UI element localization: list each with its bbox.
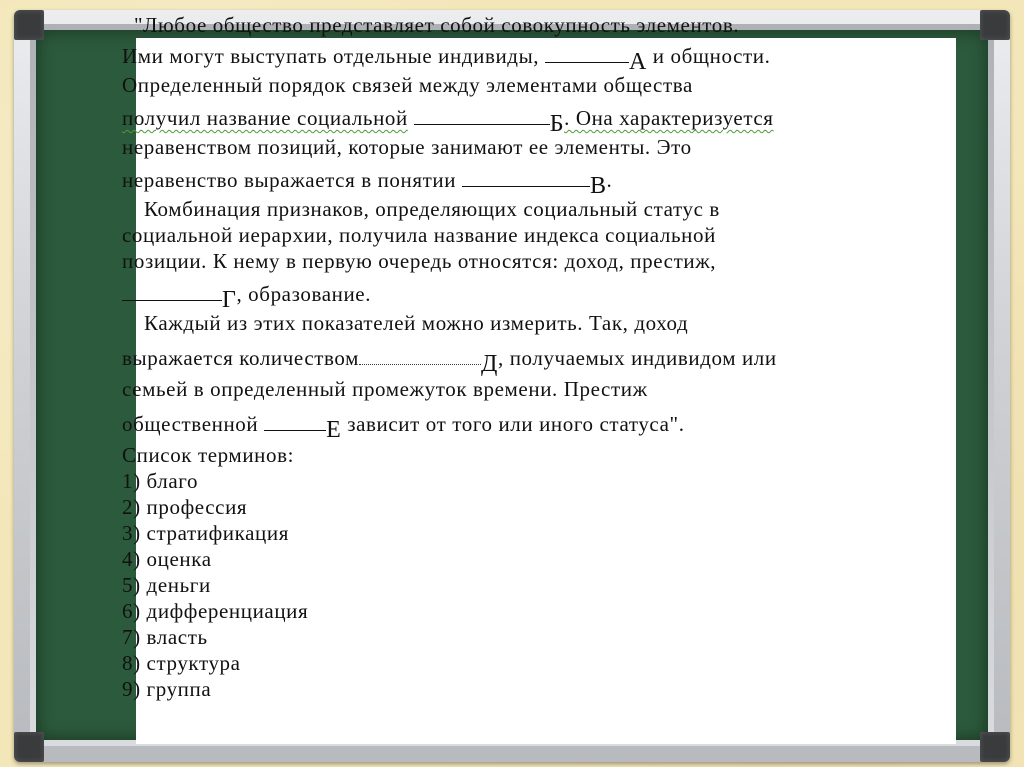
- term-item: 8) структура: [122, 651, 241, 675]
- blank-v: [461, 168, 590, 187]
- terms-list-title: Список терминов:: [122, 443, 295, 467]
- blank-d: [359, 346, 482, 365]
- corner-cap-top-right: [980, 10, 1010, 40]
- blank-letter-a: А: [629, 49, 647, 75]
- term-item: 9) группа: [122, 677, 212, 701]
- blank-letter-b: Б: [549, 111, 565, 137]
- term-item: 7) власть: [122, 625, 208, 649]
- text-line: позиции. К нему в первую очередь относят…: [122, 249, 717, 273]
- text-line: неравенство выражается в понятии: [122, 168, 457, 192]
- text-line: получил название социальной: [122, 106, 408, 130]
- term-item: 3) стратификация: [122, 521, 289, 545]
- text-line: и общности.: [652, 44, 771, 68]
- text-line: , получаемых индивидом или: [498, 346, 777, 370]
- text-line: Комбинация признаков, определяющих социа…: [144, 197, 720, 221]
- text-line: неравенством позиций, которые занимают е…: [122, 135, 692, 159]
- text-line: , образование.: [236, 282, 372, 306]
- text-line: Определенный порядок связей между элемен…: [122, 73, 693, 97]
- term-item: 5) деньги: [122, 573, 211, 597]
- term-item: 2) профессия: [122, 495, 248, 519]
- corner-cap-top-left: [14, 10, 44, 40]
- corner-cap-bottom-left: [14, 732, 44, 762]
- worksheet-text: "Любое общество представляет собой совок…: [122, 14, 922, 704]
- text-line: . Она характеризуется: [564, 106, 774, 130]
- blank-a: [545, 44, 629, 63]
- text-line: "Любое общество представляет собой совок…: [134, 13, 740, 37]
- blank-letter-g: Г: [222, 287, 237, 313]
- corner-cap-bottom-right: [980, 732, 1010, 762]
- blank-letter-e: Е: [326, 417, 342, 443]
- text-line: .: [606, 168, 613, 192]
- term-item: 1) благо: [122, 469, 199, 493]
- term-item: 6) дифференциация: [122, 599, 309, 623]
- text-line: общественной: [122, 412, 259, 436]
- text-line: Каждый из этих показателей можно измерит…: [144, 311, 689, 335]
- term-item: 4) оценка: [122, 547, 212, 571]
- blank-e: [264, 412, 327, 431]
- text-line: семьей в определенный промежуток времени…: [122, 377, 648, 401]
- text-line: социальной иерархии, получила название и…: [122, 223, 716, 247]
- text-line: выражается количеством: [122, 346, 360, 370]
- blank-letter-d: Д: [481, 351, 498, 377]
- blank-g: [122, 282, 222, 301]
- text-line: зависит от того или иного статуса".: [347, 412, 685, 436]
- text-line: Ими могут выступать отдельные индивиды,: [122, 44, 540, 68]
- blank-letter-v: В: [589, 173, 607, 199]
- blank-b: [413, 106, 550, 125]
